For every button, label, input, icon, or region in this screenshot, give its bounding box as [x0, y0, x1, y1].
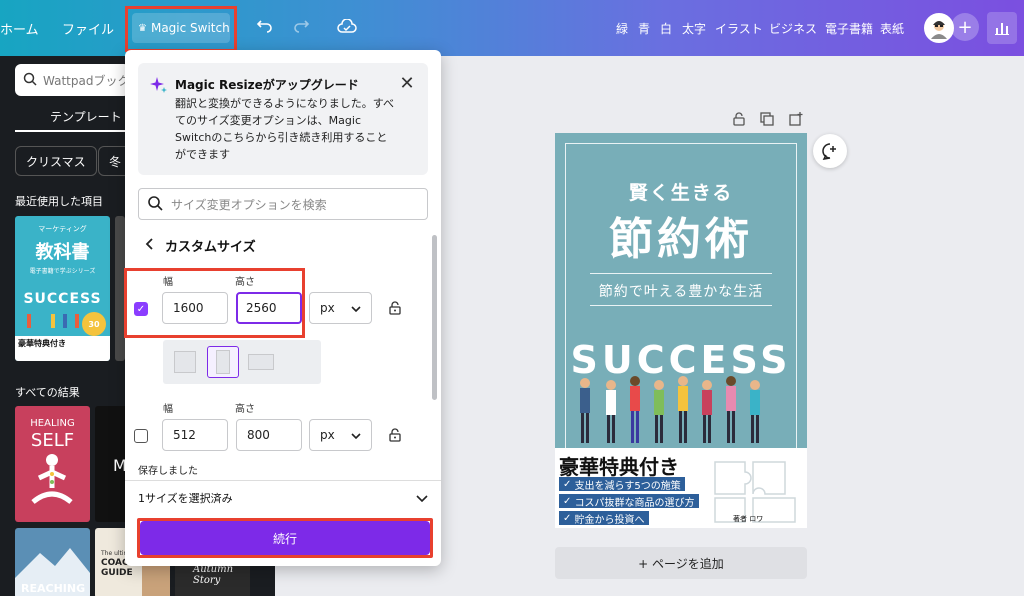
tag-cover[interactable]: 表紙: [880, 20, 904, 37]
orientation-selector: [163, 340, 321, 384]
chevron-down-icon: [351, 428, 361, 442]
thumb-line1: マーケティング: [38, 225, 87, 233]
book-cover-page[interactable]: 賢く生きる 節約術 節約で叶える豊かな生活 SUCCESS 豪華特典付き ✓ 支…: [555, 133, 807, 528]
title-rule-top: [590, 273, 772, 274]
thumb-bonus: 豪華特典付き: [18, 339, 66, 348]
tag-ebook[interactable]: 電子書籍: [825, 20, 873, 37]
bonus-bullet-3: ✓ 貯金から投資へ: [559, 511, 649, 526]
thumb-line3: 電子書籍で学ぶシリーズ: [29, 268, 96, 275]
size-checkbox-2[interactable]: [134, 429, 148, 443]
tag-business[interactable]: ビジネス: [769, 20, 817, 37]
chip-christmas[interactable]: クリスマス: [15, 146, 97, 176]
recent-heading: 最近使用した項目: [15, 195, 103, 208]
tag-illustration[interactable]: イラスト: [715, 20, 763, 37]
close-icon[interactable]: ✕: [398, 75, 416, 93]
bonus-bullet-2: ✓ コスパ抜群な商品の選び方: [559, 494, 699, 509]
orientation-landscape[interactable]: [245, 346, 277, 378]
healing-subtitle: SELF: [30, 430, 75, 451]
selected-sizes-toggle[interactable]: 1サイズを選択済み: [138, 490, 428, 506]
sparkle-icon: [150, 76, 168, 94]
template-search-input[interactable]: Wattpadブック: [15, 64, 130, 96]
bonus-bullet-3-text: 貯金から投資へ: [574, 514, 645, 526]
thumb-bonus-area: 豪華特典付き: [15, 336, 110, 361]
undo-icon[interactable]: [254, 16, 276, 38]
tag-green[interactable]: 緑: [616, 20, 628, 37]
width-label-2: 幅: [163, 404, 173, 415]
orientation-square[interactable]: [169, 346, 201, 378]
thumb-badge: 30: [82, 312, 106, 336]
unit-select-1[interactable]: px: [309, 292, 372, 324]
search-placeholder: Wattpadブック: [43, 73, 130, 88]
tag-bold[interactable]: 太字: [682, 20, 706, 37]
upgrade-info-box: Magic Resizeがアップグレード 翻訳と変換ができるようになりました。す…: [138, 63, 428, 175]
share-plus-icon[interactable]: +: [951, 13, 979, 41]
info-body: 翻訳と変換ができるようになりました。すべてのサイズ変更オプションは、Magic …: [175, 97, 395, 161]
highlight-box-continue: [137, 518, 433, 558]
saved-status: 保存しました: [138, 466, 198, 477]
bonus-bullet-2-text: コスパ抜群な商品の選び方: [574, 497, 695, 509]
custom-size-title: カスタムサイズ: [165, 240, 256, 255]
avatar[interactable]: [924, 13, 954, 43]
panel-divider: [125, 480, 441, 481]
all-results-heading: すべての結果: [15, 386, 80, 399]
height-input-2[interactable]: 800: [236, 419, 302, 451]
people-holding-letters-illustration: [573, 373, 793, 453]
tag-blue[interactable]: 青: [638, 20, 650, 37]
duplicate-page-icon[interactable]: [760, 112, 774, 126]
chevron-down-icon: [416, 492, 428, 505]
book-title: 節約術: [609, 214, 753, 265]
resize-search-placeholder: サイズ変更オプションを検索: [171, 197, 327, 212]
tag-white[interactable]: 白: [660, 20, 672, 37]
thumb-success: SUCCESS: [23, 291, 102, 307]
book-author: 著者 ロワ: [733, 515, 764, 523]
search-icon: [23, 72, 37, 89]
magic-switch-panel: Magic Resizeがアップグレード 翻訳と変換ができるようになりました。す…: [124, 50, 441, 566]
add-comment-icon[interactable]: [813, 134, 847, 168]
height-label-2: 高さ: [235, 404, 255, 415]
custom-size-header[interactable]: カスタムサイズ: [145, 236, 256, 255]
redo-icon[interactable]: [290, 16, 312, 38]
selected-count-text: 1サイズを選択済み: [138, 492, 233, 505]
book-top-line: 賢く生きる: [628, 182, 734, 204]
tab-templates[interactable]: テンプレート: [50, 108, 122, 125]
lock-ratio-icon[interactable]: [389, 428, 403, 442]
bonus-bullet-1-text: 支出を減らす5つの施策: [574, 480, 681, 492]
home-menu[interactable]: ホーム: [0, 19, 39, 38]
chevron-left-icon: [145, 237, 155, 254]
book-subtitle: 節約で叶える豊かな生活: [598, 284, 764, 300]
meditation-figure-icon: [29, 452, 75, 516]
recent-template-thumb[interactable]: マーケティング 教科書 電子書籍で学ぶシリーズ SUCCESS 30 豪華特典付…: [15, 216, 110, 361]
add-page-button[interactable]: + ページを追加: [555, 547, 807, 579]
highlight-box-dimensions: [124, 268, 305, 338]
bonus-section: 豪華特典付き ✓ 支出を減らす5つの施策 ✓ コスパ抜群な商品の選び方 ✓ 貯金…: [555, 448, 807, 528]
lock-page-icon[interactable]: [732, 112, 746, 126]
panel-scrollbar[interactable]: [432, 235, 437, 400]
mountain-title: REACHING: [21, 582, 86, 595]
width-input-2[interactable]: 512: [162, 419, 228, 451]
info-title: Magic Resizeがアップグレード: [175, 78, 359, 92]
unit-select-2[interactable]: px: [309, 419, 372, 451]
top-toolbar: ホーム ファイル ♛ Magic Switch 緑 青 白 太字 イラスト ビジ…: [0, 0, 1024, 56]
add-page-icon[interactable]: [789, 112, 803, 126]
title-rule-bottom: [590, 305, 772, 306]
search-icon: [147, 195, 163, 214]
unit-value-1: px: [320, 301, 335, 315]
result-thumb-healing[interactable]: HEALING SELF: [15, 406, 90, 522]
file-menu[interactable]: ファイル: [62, 19, 114, 38]
healing-title: HEALING: [30, 418, 75, 429]
orientation-portrait[interactable]: [207, 346, 239, 378]
unit-value-2: px: [320, 428, 335, 442]
highlight-box-magic-switch: [125, 6, 237, 52]
chevron-down-icon: [351, 301, 361, 315]
lock-ratio-icon[interactable]: [389, 301, 403, 315]
autumn-title: Autumn Story: [193, 564, 234, 586]
result-thumb-mountain[interactable]: REACHING: [15, 528, 90, 596]
thumb-title: 教科書: [35, 242, 90, 263]
active-tab-indicator: [15, 130, 125, 132]
insights-icon[interactable]: [987, 12, 1017, 44]
resize-search-input[interactable]: サイズ変更オプションを検索: [138, 188, 428, 220]
cloud-saved-icon[interactable]: [336, 16, 358, 38]
bonus-bullet-1: ✓ 支出を減らす5つの施策: [559, 477, 685, 492]
